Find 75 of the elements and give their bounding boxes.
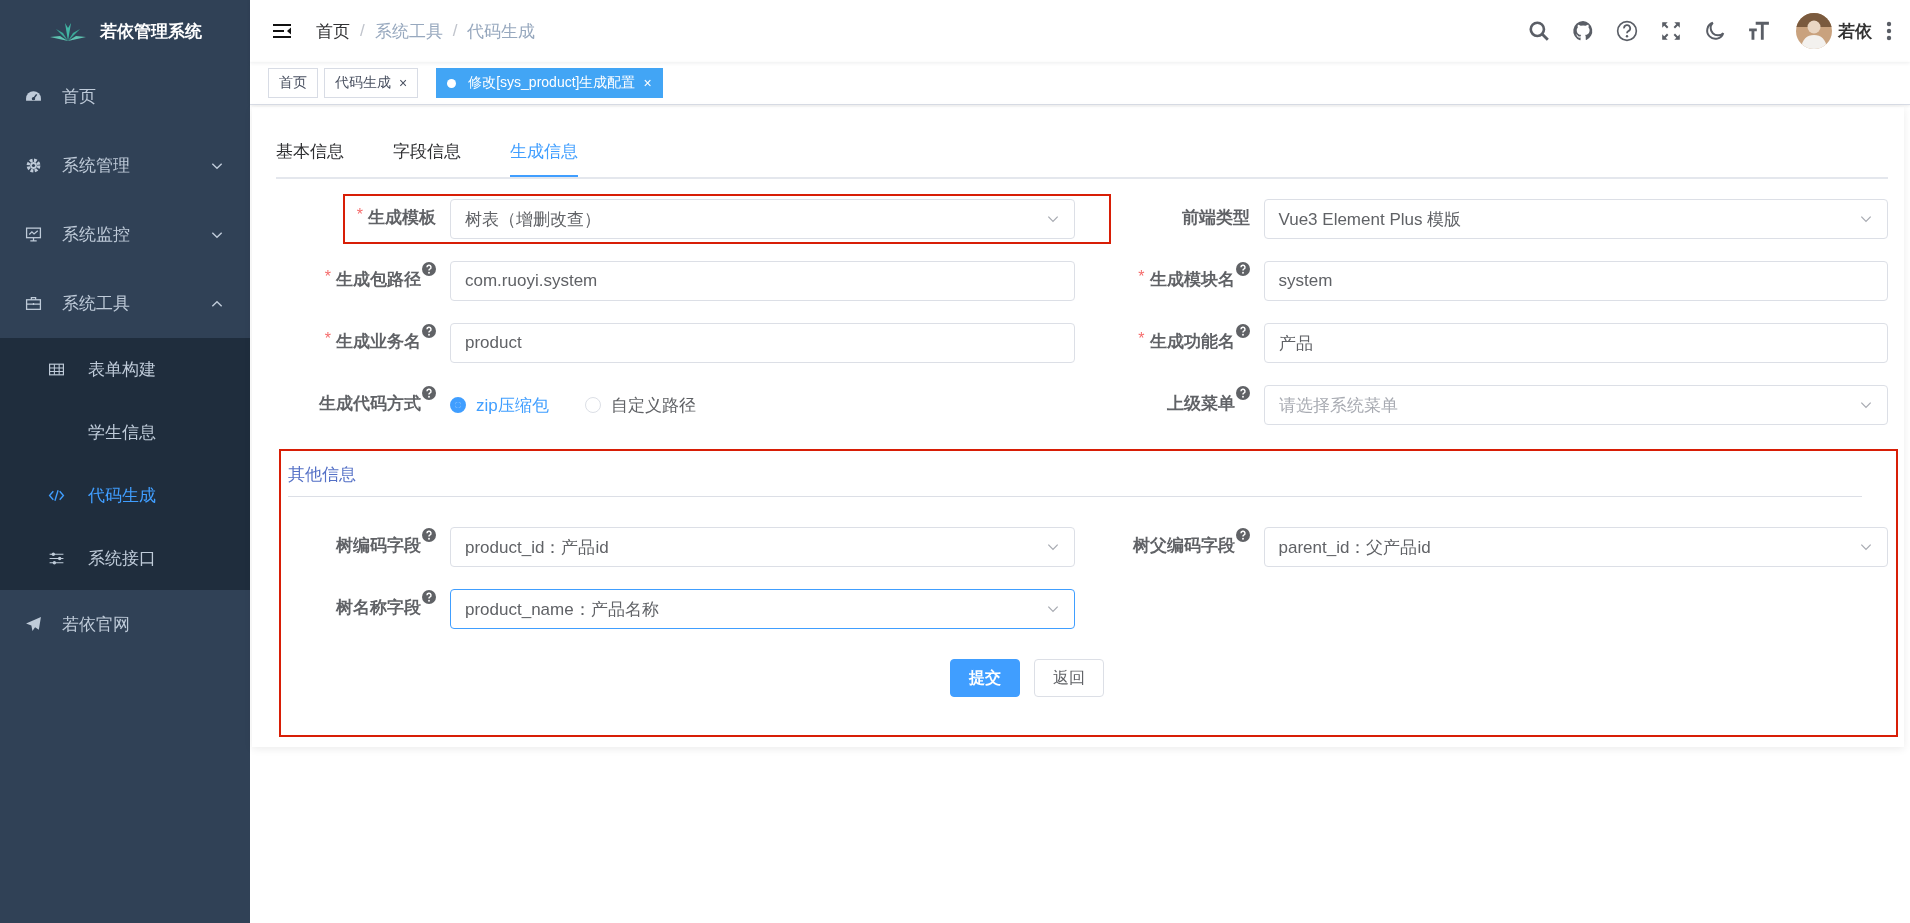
radio-option[interactable]: 自定义路径 [584, 393, 696, 417]
tag-tab[interactable]: 首页 [268, 68, 318, 98]
field-label: 树名称字段 [336, 596, 421, 619]
field-label: 生成功能名 [1149, 330, 1235, 353]
section-title: 其他信息 [288, 465, 356, 484]
github-icon[interactable] [1572, 20, 1594, 42]
font-size-icon[interactable] [1748, 20, 1770, 42]
field-label: 生成业务名 [336, 330, 421, 353]
breadcrumb-separator: / [360, 21, 365, 41]
code-icon [48, 487, 65, 504]
required-mark: * [324, 329, 331, 348]
submenu-item[interactable]: 代码生成 [0, 464, 250, 527]
select-field[interactable]: product_name：产品名称 [450, 589, 1075, 629]
required-mark: * [1138, 329, 1145, 348]
required-mark: * [324, 267, 331, 286]
field-label: 生成包路径 [336, 268, 421, 291]
select-value: product_name：产品名称 [465, 598, 659, 621]
select-value: product_id：产品id [465, 536, 609, 559]
active-dot [447, 78, 457, 88]
avatar[interactable] [1796, 13, 1832, 49]
menu-item[interactable]: 系统工具 [0, 269, 250, 338]
sliders-icon [48, 550, 65, 567]
select-value: Vue3 Element Plus 模版 [1278, 208, 1462, 231]
submenu-item[interactable]: 表单构建 [0, 338, 250, 401]
tag-tab[interactable]: 代码生成 × [324, 68, 419, 98]
menu-item[interactable]: 若依官网 [0, 590, 250, 659]
input-field[interactable]: 产品 [1263, 323, 1888, 363]
gear-icon [25, 157, 42, 174]
help-circle-icon[interactable] [1616, 20, 1638, 42]
radio-label: zip压缩包 [476, 394, 549, 417]
form-tab[interactable]: 字段信息 [393, 127, 461, 177]
field-label: 生成模板 [368, 206, 436, 229]
field-label: 树父编码字段 [1132, 534, 1235, 557]
table-icon [48, 361, 65, 378]
user-name[interactable]: 若依 [1838, 19, 1872, 43]
send-icon [25, 616, 42, 633]
select-field[interactable]: parent_id：父产品id [1263, 527, 1888, 567]
form-tab[interactable]: 基本信息 [276, 127, 344, 177]
select-field[interactable]: product_id：产品id [450, 527, 1075, 567]
breadcrumb-separator: / [452, 21, 458, 41]
fullscreen-icon[interactable] [1660, 20, 1682, 42]
field-label: 上级菜单 [1166, 392, 1235, 415]
radio-circle[interactable] [450, 397, 466, 413]
breadcrumb-item: 系统工具 [374, 20, 443, 43]
field-label: 前端类型 [1181, 206, 1250, 229]
menu-item[interactable]: 首页 [0, 62, 250, 131]
back-button[interactable]: 返回 [1034, 659, 1104, 697]
required-mark: * [356, 205, 363, 224]
input-field[interactable]: system [1263, 261, 1888, 301]
input-field[interactable]: com.ruoyi.system [450, 261, 1075, 301]
breadcrumb-item[interactable]: 首页 [316, 19, 350, 43]
logo-title: 若依管理系统 [100, 20, 202, 43]
submenu-item[interactable]: 系统接口 [0, 527, 250, 590]
menu-item[interactable]: 系统管理 [0, 131, 250, 200]
search-icon[interactable] [1528, 20, 1550, 42]
breadcrumb-item: 代码生成 [467, 20, 536, 43]
field-label: 树编码字段 [336, 534, 421, 557]
submenu-item[interactable]: 学生信息 [0, 401, 250, 464]
menu-item[interactable]: 系统监控 [0, 200, 250, 269]
monitor-icon [25, 226, 42, 243]
moon-icon[interactable] [1704, 20, 1726, 42]
select-field[interactable]: Vue3 Element Plus 模版 [1263, 199, 1888, 239]
field-label: 生成代码方式 [319, 392, 421, 415]
select-value: 树表（增删改查） [465, 208, 601, 231]
select-placeholder: 请选择系统菜单 [1278, 394, 1398, 417]
toolbox-icon [25, 295, 42, 312]
radio-label: 自定义路径 [610, 394, 696, 417]
more-icon[interactable] [1886, 21, 1892, 41]
required-mark: * [1138, 267, 1145, 286]
select-field[interactable]: 树表（增删改查） [450, 199, 1075, 239]
close-icon[interactable]: × [399, 75, 408, 91]
field-label: 生成模块名 [1149, 268, 1235, 291]
select-value: parent_id：父产品id [1278, 536, 1431, 559]
menu-icon[interactable] [272, 23, 292, 39]
input-field[interactable]: product [450, 323, 1075, 363]
